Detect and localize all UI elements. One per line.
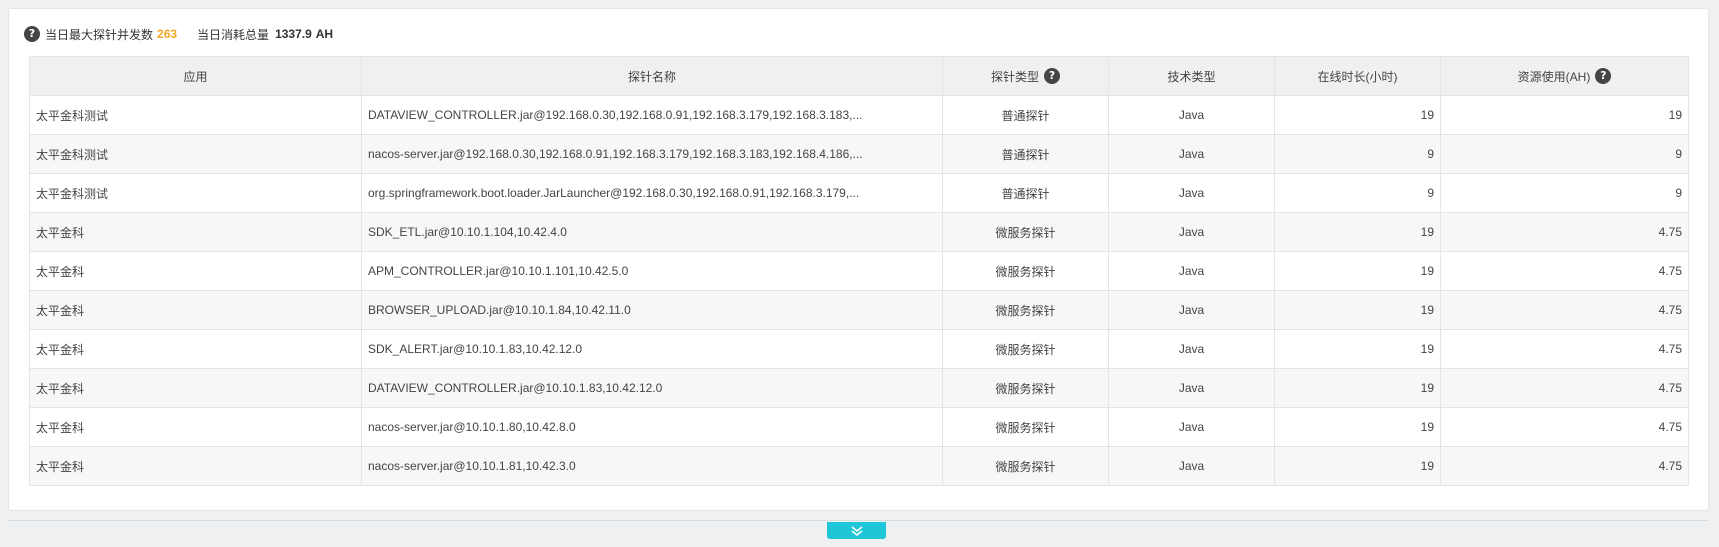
cell-app: 太平金科测试	[29, 95, 362, 135]
total-consumption-label: 当日消耗总量	[197, 27, 270, 42]
table-row: 太平金科 nacos-server.jar@10.10.1.80,10.42.8…	[29, 407, 1689, 447]
cell-resource-usage: 4.75	[1440, 329, 1689, 369]
double-chevron-down-icon	[851, 525, 862, 536]
table-row: 太平金科 nacos-server.jar@10.10.1.81,10.42.3…	[29, 446, 1689, 486]
table-row: 太平金科测试 DATAVIEW_CONTROLLER.jar@192.168.0…	[29, 95, 1689, 135]
cell-probe-name: org.springframework.boot.loader.JarLaunc…	[361, 173, 943, 213]
cell-probe-name: APM_CONTROLLER.jar@10.10.1.101,10.42.5.0	[361, 251, 943, 291]
cell-probe-name: nacos-server.jar@10.10.1.80,10.42.8.0	[361, 407, 943, 447]
cell-tech-type: Java	[1108, 95, 1275, 135]
column-header-resource-usage: 资源使用(AH) ?	[1440, 56, 1689, 96]
cell-probe-type: 微服务探针	[942, 446, 1109, 486]
panel-divider	[8, 520, 1709, 521]
cell-probe-name: SDK_ETL.jar@10.10.1.104,10.42.4.0	[361, 212, 943, 252]
cell-resource-usage: 4.75	[1440, 251, 1689, 291]
table-header-row: 应用 探针名称 探针类型 ? 技术类型 在线时长(小时) 资源使用(AH) ?	[29, 56, 1689, 96]
cell-tech-type: Java	[1108, 134, 1275, 174]
cell-tech-type: Java	[1108, 173, 1275, 213]
total-consumption-value: 1337.9	[275, 27, 312, 41]
table-row: 太平金科 SDK_ALERT.jar@10.10.1.83,10.42.12.0…	[29, 329, 1689, 369]
cell-resource-usage: 9	[1440, 173, 1689, 213]
table-row: 太平金科 BROWSER_UPLOAD.jar@10.10.1.84,10.42…	[29, 290, 1689, 330]
table-row: 太平金科测试 org.springframework.boot.loader.J…	[29, 173, 1689, 213]
probe-usage-panel: ? 当日最大探针并发数 263 当日消耗总量 1337.9 AH 应用 探针名称	[8, 8, 1709, 511]
cell-online-hours: 9	[1274, 134, 1441, 174]
table-row: 太平金科测试 nacos-server.jar@192.168.0.30,192…	[29, 134, 1689, 174]
cell-probe-type: 微服务探针	[942, 290, 1109, 330]
cell-app: 太平金科	[29, 407, 362, 447]
max-concurrent-label: 当日最大探针并发数	[45, 27, 154, 42]
cell-app: 太平金科	[29, 212, 362, 252]
cell-online-hours: 19	[1274, 251, 1441, 291]
cell-probe-type: 普通探针	[942, 173, 1109, 213]
daily-stats-bar: ? 当日最大探针并发数 263 当日消耗总量 1337.9 AH	[24, 25, 333, 43]
expand-button[interactable]	[827, 522, 886, 539]
table-row: 太平金科 DATAVIEW_CONTROLLER.jar@10.10.1.83,…	[29, 368, 1689, 408]
cell-online-hours: 19	[1274, 95, 1441, 135]
cell-app: 太平金科	[29, 368, 362, 408]
cell-tech-type: Java	[1108, 251, 1275, 291]
question-circle-icon[interactable]: ?	[24, 26, 40, 42]
column-header-tech-type: 技术类型	[1108, 56, 1275, 96]
cell-online-hours: 19	[1274, 329, 1441, 369]
cell-probe-name: nacos-server.jar@10.10.1.81,10.42.3.0	[361, 446, 943, 486]
table-row: 太平金科 APM_CONTROLLER.jar@10.10.1.101,10.4…	[29, 251, 1689, 291]
cell-resource-usage: 19	[1440, 95, 1689, 135]
cell-resource-usage: 4.75	[1440, 446, 1689, 486]
cell-online-hours: 9	[1274, 173, 1441, 213]
probe-table-container: 应用 探针名称 探针类型 ? 技术类型 在线时长(小时) 资源使用(AH) ?	[29, 56, 1689, 486]
cell-tech-type: Java	[1108, 290, 1275, 330]
max-concurrent-value: 263	[157, 27, 178, 41]
cell-app: 太平金科	[29, 329, 362, 369]
cell-probe-type: 微服务探针	[942, 368, 1109, 408]
cell-tech-type: Java	[1108, 407, 1275, 447]
cell-probe-type: 普通探针	[942, 95, 1109, 135]
cell-app: 太平金科	[29, 251, 362, 291]
cell-tech-type: Java	[1108, 368, 1275, 408]
cell-online-hours: 19	[1274, 212, 1441, 252]
cell-probe-name: nacos-server.jar@192.168.0.30,192.168.0.…	[361, 134, 943, 174]
total-consumption-unit: AH	[315, 27, 334, 41]
cell-probe-name: DATAVIEW_CONTROLLER.jar@10.10.1.83,10.42…	[361, 368, 943, 408]
column-header-probe-type: 探针类型 ?	[942, 56, 1109, 96]
cell-online-hours: 19	[1274, 368, 1441, 408]
cell-online-hours: 19	[1274, 446, 1441, 486]
cell-resource-usage: 9	[1440, 134, 1689, 174]
cell-online-hours: 19	[1274, 407, 1441, 447]
cell-probe-name: BROWSER_UPLOAD.jar@10.10.1.84,10.42.11.0	[361, 290, 943, 330]
cell-online-hours: 19	[1274, 290, 1441, 330]
cell-probe-type: 微服务探针	[942, 212, 1109, 252]
cell-probe-type: 微服务探针	[942, 251, 1109, 291]
cell-probe-type: 微服务探针	[942, 329, 1109, 369]
cell-probe-name: DATAVIEW_CONTROLLER.jar@192.168.0.30,192…	[361, 95, 943, 135]
cell-resource-usage: 4.75	[1440, 212, 1689, 252]
probe-table: 应用 探针名称 探针类型 ? 技术类型 在线时长(小时) 资源使用(AH) ?	[29, 56, 1689, 486]
cell-tech-type: Java	[1108, 329, 1275, 369]
cell-probe-name: SDK_ALERT.jar@10.10.1.83,10.42.12.0	[361, 329, 943, 369]
column-header-probe-name: 探针名称	[361, 56, 943, 96]
probe-type-help-icon[interactable]: ?	[1044, 68, 1060, 84]
cell-probe-type: 微服务探针	[942, 407, 1109, 447]
cell-app: 太平金科测试	[29, 173, 362, 213]
cell-probe-type: 普通探针	[942, 134, 1109, 174]
cell-resource-usage: 4.75	[1440, 407, 1689, 447]
table-row: 太平金科 SDK_ETL.jar@10.10.1.104,10.42.4.0 微…	[29, 212, 1689, 252]
cell-app: 太平金科测试	[29, 134, 362, 174]
cell-app: 太平金科	[29, 290, 362, 330]
resource-usage-help-icon[interactable]: ?	[1595, 68, 1612, 84]
cell-tech-type: Java	[1108, 212, 1275, 252]
column-header-app: 应用	[29, 56, 362, 96]
cell-resource-usage: 4.75	[1440, 290, 1689, 330]
cell-app: 太平金科	[29, 446, 362, 486]
column-header-online-hours: 在线时长(小时)	[1274, 56, 1441, 96]
cell-tech-type: Java	[1108, 446, 1275, 486]
cell-resource-usage: 4.75	[1440, 368, 1689, 408]
